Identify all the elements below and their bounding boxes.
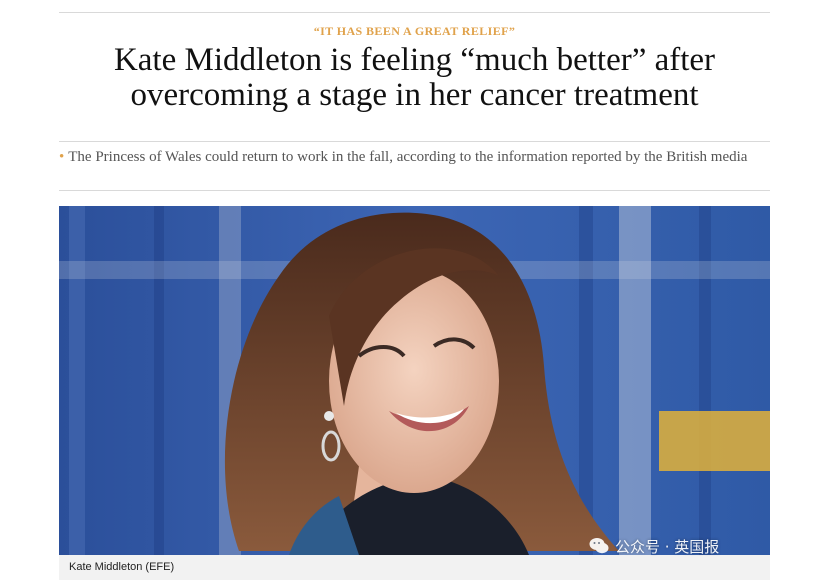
- photo-caption: Kate Middleton (EFE): [59, 555, 770, 580]
- headline-line-2[interactable]: overcoming a stage in her cancer treatme…: [130, 77, 698, 113]
- watermark-text: 公众号 · 英国报: [615, 537, 720, 556]
- kicker-label: “IT HAS BEEN A GREAT RELIEF”: [313, 24, 516, 38]
- subheadline-text: The Princess of Wales could return to wo…: [68, 149, 748, 165]
- wechat-icon: [589, 538, 609, 554]
- top-divider: [59, 12, 770, 13]
- bullet-icon: •: [59, 149, 65, 165]
- subheadline: • The Princess of Wales could return to w…: [59, 149, 770, 165]
- wechat-watermark: 公众号 · 英国报: [589, 535, 719, 557]
- subline-bottom-divider: [59, 190, 770, 191]
- subline-top-divider: [59, 141, 770, 142]
- photo-illustration: [59, 206, 770, 555]
- headline[interactable]: Kate Middleton is feeling “much better” …: [59, 43, 770, 113]
- article-photo[interactable]: [59, 206, 770, 555]
- headline-line-1[interactable]: Kate Middleton is feeling “much better” …: [114, 42, 715, 78]
